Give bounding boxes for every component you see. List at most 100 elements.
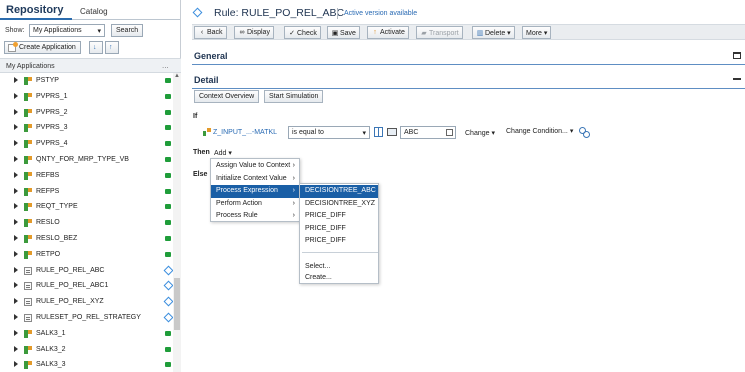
column-icon[interactable] xyxy=(374,127,383,137)
save-button[interactable]: ▣ Save xyxy=(327,26,360,39)
tree-item[interactable]: RULESET_PO_REL_STRATEGY xyxy=(0,310,174,326)
table-icon[interactable] xyxy=(387,128,397,136)
tree-item[interactable]: REQT_TYPE xyxy=(0,199,172,215)
tree-item[interactable]: SALK3_2 xyxy=(0,342,172,358)
repository-toolbar: Create Application ↓ ↑ xyxy=(3,41,179,55)
tree-item[interactable]: PSTYP xyxy=(0,73,172,89)
expand-arrow-icon[interactable] xyxy=(14,329,18,336)
tree-item[interactable]: QNTY_FOR_MRP_TYPE_VB xyxy=(0,152,172,168)
change-condition-menu[interactable]: Change Condition... ▾ xyxy=(506,127,573,135)
tree-item[interactable]: PVPRS_4 xyxy=(0,136,172,152)
tree-item[interactable]: PVPRS_2 xyxy=(0,105,172,121)
expression-menu-item[interactable]: PRICE_DIFF xyxy=(300,210,378,223)
add-menu-item[interactable]: Process Rule › xyxy=(211,210,299,223)
expression-menu-item[interactable]: PRICE_DIFF xyxy=(300,223,378,236)
more-label: More xyxy=(526,30,542,37)
tree-item[interactable]: RULE_PO_REL_XYZ xyxy=(0,294,174,310)
start-simulation-button[interactable]: Start Simulation xyxy=(264,90,324,103)
add-label: Add xyxy=(214,150,227,157)
change-menu[interactable]: Change ▾ xyxy=(465,129,495,137)
tree-item[interactable]: RESLO_BEZ xyxy=(0,231,172,247)
operator-select[interactable]: is equal to ▾ xyxy=(288,126,370,139)
add-menu-item[interactable]: Process Expression › xyxy=(211,185,299,198)
tree-item[interactable]: PVPRS_1 xyxy=(0,89,172,105)
collapse-button[interactable]: ↑ xyxy=(105,41,119,54)
expand-arrow-icon[interactable] xyxy=(14,313,18,320)
display-button[interactable]: ∞ Display xyxy=(234,26,274,39)
expand-arrow-icon[interactable] xyxy=(14,171,18,178)
expand-arrow-icon[interactable] xyxy=(14,345,18,352)
detail-section-header[interactable]: Detail xyxy=(192,70,745,89)
general-section-header[interactable]: General xyxy=(192,46,745,65)
expand-arrow-icon[interactable] xyxy=(14,124,18,131)
search-button[interactable]: Search xyxy=(111,24,144,37)
scrollbar-thumb[interactable] xyxy=(174,278,180,330)
active-status-icon xyxy=(165,109,171,115)
expand-arrow-icon[interactable] xyxy=(14,203,18,210)
submenu-create-item[interactable]: Create... xyxy=(300,272,337,285)
expand-arrow-icon[interactable] xyxy=(14,77,18,83)
expand-arrow-icon[interactable] xyxy=(14,155,18,162)
expand-arrow-icon[interactable] xyxy=(14,234,18,241)
tree-header-menu[interactable]: ... xyxy=(162,61,169,70)
more-button[interactable]: More ▾ xyxy=(522,26,552,39)
expression-menu-item[interactable]: DECISIONTREE_XYZ xyxy=(300,198,378,211)
tree-item[interactable]: SALK3_3 xyxy=(0,357,172,372)
add-menu-item-label: Process Expression xyxy=(216,187,278,194)
context-overview-button[interactable]: Context Overview xyxy=(194,90,260,103)
chevron-down-icon: ▾ xyxy=(97,28,101,35)
tree-item[interactable]: REFBS xyxy=(0,168,172,184)
delete-button[interactable]: ▥ Delete ▾ xyxy=(472,26,515,39)
activate-button[interactable]: ↑ Activate xyxy=(367,26,409,39)
tree-item[interactable]: RULE_PO_REL_ABC xyxy=(0,263,174,279)
back-button[interactable]: ‹ Back xyxy=(194,26,227,39)
inactive-status-icon xyxy=(163,312,174,323)
expression-menu-item[interactable]: PRICE_DIFF xyxy=(300,235,378,248)
context-data-icon xyxy=(24,92,32,101)
check-button[interactable]: ✓ Check xyxy=(284,26,321,39)
expression-menu-item[interactable]: DECISIONTREE_ABC xyxy=(300,185,378,198)
add-menu-item-label: Initialize Context Value xyxy=(216,174,287,182)
active-status-icon xyxy=(165,125,171,131)
active-status-icon xyxy=(165,188,171,194)
expand-arrow-icon[interactable] xyxy=(14,219,18,226)
active-status-icon xyxy=(165,362,171,368)
minimize-icon[interactable] xyxy=(733,78,741,80)
create-application-button[interactable]: Create Application xyxy=(4,41,81,54)
expand-arrow-icon[interactable] xyxy=(14,266,18,273)
expand-arrow-icon[interactable] xyxy=(14,108,18,115)
expand-arrow-icon[interactable] xyxy=(14,361,18,368)
condition-value-input[interactable]: ABC xyxy=(400,126,456,139)
add-menu-item[interactable]: Assign Value to Context › xyxy=(211,160,299,173)
expand-arrow-icon[interactable] xyxy=(14,140,18,147)
link-icon[interactable] xyxy=(579,127,590,138)
tree-scrollbar[interactable]: ▲ xyxy=(173,73,181,372)
expand-arrow-icon[interactable] xyxy=(14,187,18,194)
scroll-up-icon[interactable]: ▲ xyxy=(174,73,180,79)
tree-item[interactable]: RESLO xyxy=(0,215,172,231)
tree-item[interactable]: RETPO xyxy=(0,247,172,263)
condition-field-link[interactable]: Z_INPUT_...-MATKL xyxy=(213,129,277,136)
maximize-icon[interactable] xyxy=(733,52,741,59)
expand-button[interactable]: ↓ xyxy=(89,41,103,54)
expand-arrow-icon[interactable] xyxy=(14,298,18,305)
tree-item-label: RULE_PO_REL_XYZ xyxy=(36,298,104,306)
add-menu-item[interactable]: Perform Action › xyxy=(211,198,299,211)
then-label: Then xyxy=(193,149,210,156)
tree-item[interactable]: RULE_PO_REL_ABC1 xyxy=(0,278,174,294)
expand-arrow-icon[interactable] xyxy=(14,92,18,99)
tree-item[interactable]: REFPS xyxy=(0,184,172,200)
add-menu-trigger[interactable]: Add ▾ xyxy=(214,149,232,157)
show-select[interactable]: My Applications ▾ xyxy=(29,24,105,37)
copy-icon[interactable] xyxy=(446,129,453,136)
tree-item[interactable]: SALK3_1 xyxy=(0,326,172,342)
tab-catalog[interactable]: Catalog xyxy=(80,7,108,16)
add-menu-item[interactable]: Initialize Context Value › xyxy=(211,173,299,186)
tab-repository[interactable]: Repository xyxy=(6,4,63,16)
context-data-icon xyxy=(24,219,32,228)
tree-header-title: My Applications xyxy=(6,63,55,70)
expand-arrow-icon[interactable] xyxy=(14,250,18,257)
expand-arrow-icon[interactable] xyxy=(14,282,18,289)
tree-item[interactable]: PVPRS_3 xyxy=(0,120,172,136)
transport-button[interactable]: ▰ Transport xyxy=(416,26,463,39)
